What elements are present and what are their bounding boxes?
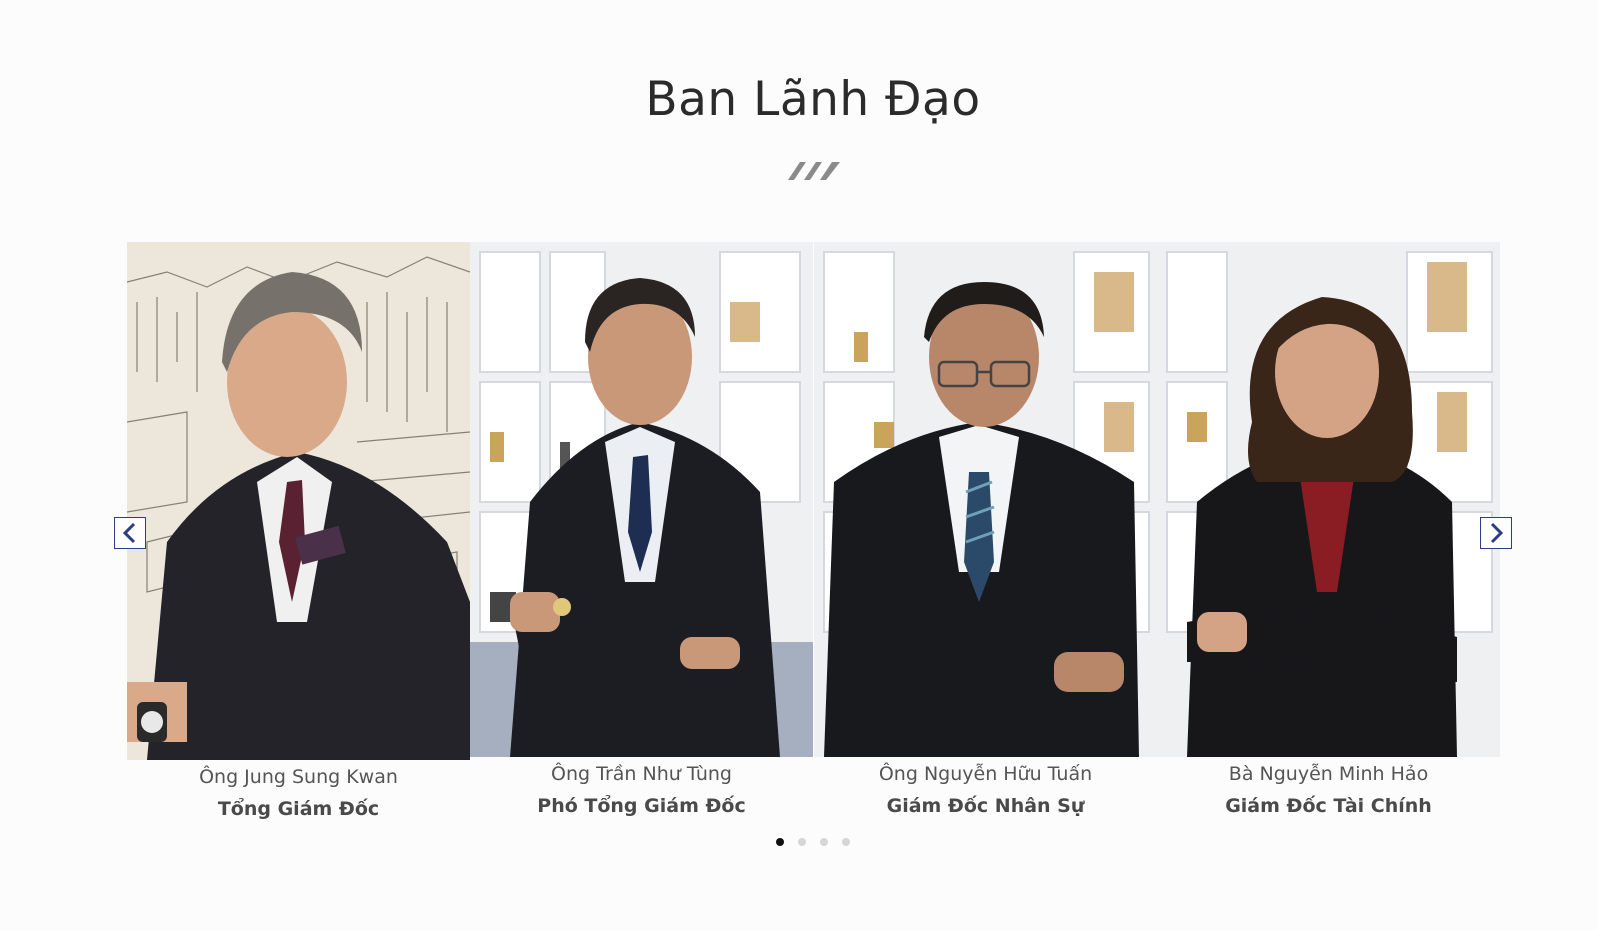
member-photo bbox=[470, 242, 813, 757]
member-photo bbox=[1157, 242, 1500, 757]
member-role: Tổng Giám Đốc bbox=[217, 798, 380, 820]
triple-chevron-logo-icon bbox=[788, 162, 840, 180]
member-name: Ông Trần Như Tùng bbox=[551, 763, 732, 785]
member-card[interactable]: Ông Nguyễn Hữu Tuấn Giám Đốc Nhân Sự bbox=[814, 242, 1157, 819]
pagination-dot[interactable] bbox=[842, 838, 850, 846]
member-role: Giám Đốc Tài Chính bbox=[1225, 795, 1432, 817]
member-role: Phó Tổng Giám Đốc bbox=[537, 795, 746, 817]
leadership-carousel: Ông Jung Sung Kwan Tổng Giám Đốc Ông Trầ… bbox=[127, 242, 1501, 832]
pagination-dot[interactable] bbox=[798, 838, 806, 846]
member-card[interactable]: Ông Jung Sung Kwan Tổng Giám Đốc bbox=[127, 242, 470, 822]
member-photo bbox=[814, 242, 1157, 757]
member-photo bbox=[127, 242, 470, 760]
member-name: Ông Jung Sung Kwan bbox=[199, 766, 398, 788]
member-name: Ông Nguyễn Hữu Tuấn bbox=[878, 763, 1093, 785]
section-title: Ban Lãnh Đạo bbox=[645, 72, 981, 127]
carousel-next-button[interactable] bbox=[1480, 517, 1512, 549]
member-card[interactable]: Bà Nguyễn Minh Hảo Giám Đốc Tài Chính bbox=[1157, 242, 1500, 819]
chevron-left-icon bbox=[122, 522, 136, 544]
carousel-pagination bbox=[776, 838, 850, 846]
member-name: Bà Nguyễn Minh Hảo bbox=[1228, 763, 1429, 785]
pagination-dot[interactable] bbox=[776, 838, 784, 846]
member-card[interactable]: Ông Trần Như Tùng Phó Tổng Giám Đốc bbox=[470, 242, 813, 819]
pagination-dot[interactable] bbox=[820, 838, 828, 846]
chevron-right-icon bbox=[1490, 522, 1504, 544]
carousel-prev-button[interactable] bbox=[114, 517, 146, 549]
member-role: Giám Đốc Nhân Sự bbox=[886, 795, 1085, 817]
